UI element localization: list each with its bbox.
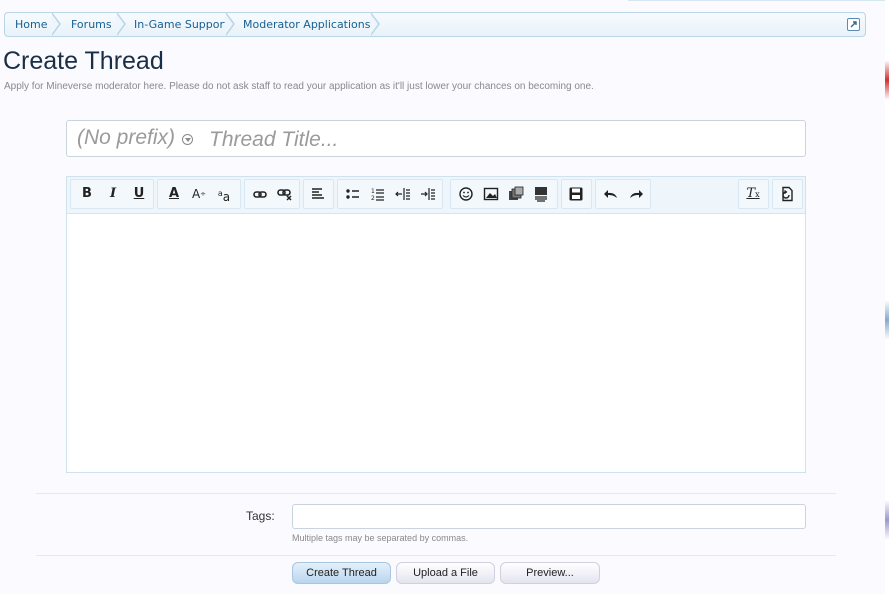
toggle-bbcode-icon[interactable] <box>776 183 798 205</box>
breadcrumb-in-game-support[interactable]: In-Game Support <box>124 13 234 36</box>
toolbar-group-history <box>595 179 651 209</box>
editor-toolbar: B I U A A÷ aa 1 2 Tx <box>67 177 805 214</box>
toolbar-group-draft <box>561 179 592 209</box>
outdent-icon[interactable] <box>392 183 414 205</box>
top-strip <box>628 0 889 1</box>
unlink-icon[interactable] <box>274 183 296 205</box>
tags-label: Tags: <box>246 509 275 523</box>
preview-button[interactable]: Preview... <box>500 562 600 584</box>
text-color-icon[interactable]: A <box>163 183 185 205</box>
numbered-list-icon[interactable]: 12 <box>367 183 389 205</box>
toolbar-group-font: A A÷ aa <box>157 179 241 209</box>
bold-icon[interactable]: B <box>76 183 98 205</box>
divider <box>36 493 836 494</box>
bullet-list-icon[interactable] <box>342 183 364 205</box>
toolbar-group-align <box>303 179 334 209</box>
window-edge <box>885 0 889 594</box>
page-description: Apply for Mineverse moderator here. Plea… <box>4 81 594 92</box>
image-icon[interactable] <box>480 183 502 205</box>
svg-text:2: 2 <box>371 195 375 202</box>
insert-icon[interactable] <box>530 183 552 205</box>
font-family-icon[interactable]: aa <box>213 183 235 205</box>
toolbar-group-clear: Tx <box>738 179 769 209</box>
svg-text:1: 1 <box>371 188 375 195</box>
page-title: Create Thread <box>3 47 164 75</box>
remove-format-icon[interactable]: Tx <box>742 183 764 205</box>
breadcrumb-separator <box>370 12 380 36</box>
indent-icon[interactable] <box>417 183 439 205</box>
media-icon[interactable] <box>505 183 527 205</box>
undo-icon[interactable] <box>600 183 622 205</box>
breadcrumb: Home Forums In-Game Support Moderator Ap… <box>4 12 866 37</box>
toolbar-group-basic: B I U <box>70 179 154 209</box>
toolbar-group-links <box>244 179 300 209</box>
tags-hint: Multiple tags may be separated by commas… <box>292 533 469 543</box>
chevron-down-icon[interactable] <box>182 134 193 145</box>
toolbar-group-source <box>772 179 803 209</box>
message-editor: B I U A A÷ aa 1 2 Tx <box>66 176 806 473</box>
thread-title-input[interactable] <box>207 124 801 155</box>
link-icon[interactable] <box>249 183 271 205</box>
tags-input[interactable] <box>292 504 806 529</box>
upload-file-button[interactable]: Upload a File <box>396 562 495 584</box>
toolbar-group-lists: 12 <box>337 179 443 209</box>
jump-to-icon[interactable] <box>847 18 860 31</box>
divider <box>36 555 836 556</box>
font-size-icon[interactable]: A÷ <box>188 183 210 205</box>
thread-title-field: (No prefix) <box>66 120 806 157</box>
prefix-selector[interactable]: (No prefix) <box>77 126 175 150</box>
redo-icon[interactable] <box>625 183 647 205</box>
editor-body[interactable] <box>67 214 805 472</box>
underline-icon[interactable]: U <box>128 183 150 205</box>
breadcrumb-separator <box>51 12 61 36</box>
create-thread-button[interactable]: Create Thread <box>292 562 391 584</box>
save-draft-icon[interactable] <box>565 183 587 205</box>
toolbar-group-media <box>450 179 558 209</box>
smilie-icon[interactable] <box>455 183 477 205</box>
italic-icon[interactable]: I <box>102 183 124 205</box>
breadcrumb-moderator-applications[interactable]: Moderator Applications <box>233 13 383 36</box>
align-icon[interactable] <box>307 183 329 205</box>
